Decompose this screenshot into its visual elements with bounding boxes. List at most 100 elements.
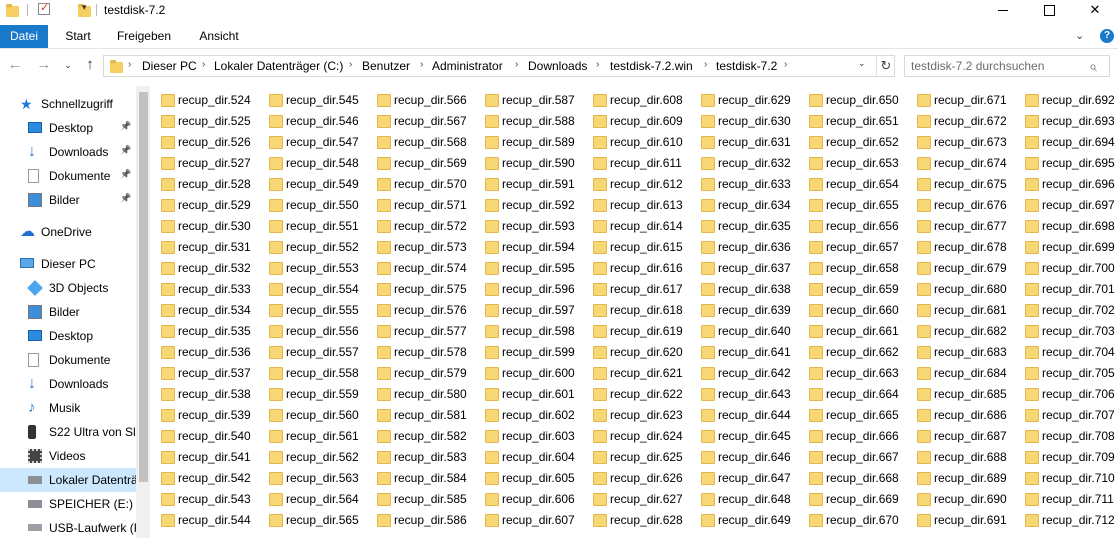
list-item[interactable]: recup_dir.696 (1014, 174, 1118, 195)
list-item[interactable]: recup_dir.566 (366, 90, 470, 111)
list-item[interactable]: recup_dir.658 (798, 258, 902, 279)
recent-locations-dropdown[interactable]: ⌄ (58, 55, 78, 75)
list-item[interactable]: recup_dir.596 (474, 279, 578, 300)
list-item[interactable]: recup_dir.633 (690, 174, 794, 195)
list-item[interactable]: recup_dir.570 (366, 174, 470, 195)
list-item[interactable]: recup_dir.559 (258, 384, 362, 405)
breadcrumb-separator[interactable]: › (596, 59, 599, 70)
list-item[interactable]: recup_dir.608 (582, 90, 686, 111)
list-item[interactable]: recup_dir.649 (690, 510, 794, 531)
list-item[interactable]: recup_dir.552 (258, 237, 362, 258)
list-item[interactable]: recup_dir.580 (366, 384, 470, 405)
list-item[interactable]: recup_dir.653 (798, 153, 902, 174)
list-item[interactable]: recup_dir.617 (582, 279, 686, 300)
list-item[interactable]: recup_dir.537 (150, 363, 254, 384)
list-item[interactable]: recup_dir.685 (906, 384, 1010, 405)
breadcrumb-separator[interactable]: › (704, 59, 707, 70)
list-item[interactable]: recup_dir.610 (582, 132, 686, 153)
list-item[interactable]: recup_dir.684 (906, 363, 1010, 384)
list-item[interactable]: recup_dir.671 (906, 90, 1010, 111)
list-item[interactable]: recup_dir.600 (474, 363, 578, 384)
list-item[interactable]: recup_dir.614 (582, 216, 686, 237)
list-item[interactable]: recup_dir.654 (798, 174, 902, 195)
list-item[interactable]: recup_dir.581 (366, 405, 470, 426)
list-item[interactable]: recup_dir.588 (474, 111, 578, 132)
list-item[interactable]: recup_dir.526 (150, 132, 254, 153)
list-item[interactable]: recup_dir.571 (366, 195, 470, 216)
breadcrumb-separator[interactable]: › (515, 59, 518, 70)
list-item[interactable]: recup_dir.598 (474, 321, 578, 342)
sidebar-item-desktop[interactable]: Desktop (0, 324, 136, 348)
list-item[interactable]: recup_dir.625 (582, 447, 686, 468)
sidebar-item-bilder[interactable]: Bilder (0, 300, 136, 324)
list-item[interactable]: recup_dir.604 (474, 447, 578, 468)
list-item[interactable]: recup_dir.567 (366, 111, 470, 132)
breadcrumb-administrator[interactable]: Administrator (432, 59, 503, 73)
list-item[interactable]: recup_dir.620 (582, 342, 686, 363)
list-item[interactable]: recup_dir.661 (798, 321, 902, 342)
list-item[interactable]: recup_dir.691 (906, 510, 1010, 531)
list-item[interactable]: recup_dir.628 (582, 510, 686, 531)
list-item[interactable]: recup_dir.584 (366, 468, 470, 489)
tab-freigeben[interactable]: Freigeben (112, 25, 176, 48)
list-item[interactable]: recup_dir.687 (906, 426, 1010, 447)
list-item[interactable]: recup_dir.700 (1014, 258, 1118, 279)
list-item[interactable]: recup_dir.615 (582, 237, 686, 258)
list-item[interactable]: recup_dir.699 (1014, 237, 1118, 258)
list-item[interactable]: recup_dir.574 (366, 258, 470, 279)
list-item[interactable]: recup_dir.551 (258, 216, 362, 237)
list-item[interactable]: recup_dir.688 (906, 447, 1010, 468)
list-item[interactable]: recup_dir.572 (366, 216, 470, 237)
sidebar-item-downloads[interactable]: ↓ Downloads 📌 (0, 140, 136, 164)
list-item[interactable]: recup_dir.697 (1014, 195, 1118, 216)
list-item[interactable]: recup_dir.636 (690, 237, 794, 258)
list-item[interactable]: recup_dir.624 (582, 426, 686, 447)
list-item[interactable]: recup_dir.644 (690, 405, 794, 426)
list-item[interactable]: recup_dir.635 (690, 216, 794, 237)
sidebar-item-lokaler-datenträ[interactable]: Lokaler Datenträ (0, 468, 136, 492)
list-item[interactable]: recup_dir.680 (906, 279, 1010, 300)
list-item[interactable]: recup_dir.577 (366, 321, 470, 342)
list-item[interactable]: recup_dir.676 (906, 195, 1010, 216)
breadcrumb-testdisk-win[interactable]: testdisk-7.2.win (610, 59, 693, 73)
list-item[interactable]: recup_dir.587 (474, 90, 578, 111)
list-item[interactable]: recup_dir.692 (1014, 90, 1118, 111)
refresh-button[interactable]: ↻ (876, 56, 895, 76)
list-item[interactable]: recup_dir.705 (1014, 363, 1118, 384)
breadcrumb-separator[interactable]: › (420, 59, 423, 70)
list-item[interactable]: recup_dir.603 (474, 426, 578, 447)
list-item[interactable]: recup_dir.547 (258, 132, 362, 153)
list-item[interactable]: recup_dir.627 (582, 489, 686, 510)
list-item[interactable]: recup_dir.533 (150, 279, 254, 300)
list-item[interactable]: recup_dir.585 (366, 489, 470, 510)
list-item[interactable]: recup_dir.553 (258, 258, 362, 279)
list-item[interactable]: recup_dir.664 (798, 384, 902, 405)
list-item[interactable]: recup_dir.591 (474, 174, 578, 195)
search-box[interactable]: ⌕ (904, 55, 1110, 77)
list-item[interactable]: recup_dir.672 (906, 111, 1010, 132)
address-bar[interactable]: › Dieser PC › Lokaler Datenträger (C:) ›… (103, 55, 895, 77)
list-item[interactable]: recup_dir.556 (258, 321, 362, 342)
list-item[interactable]: recup_dir.657 (798, 237, 902, 258)
list-item[interactable]: recup_dir.675 (906, 174, 1010, 195)
list-item[interactable]: recup_dir.560 (258, 405, 362, 426)
list-item[interactable]: recup_dir.701 (1014, 279, 1118, 300)
list-item[interactable]: recup_dir.612 (582, 174, 686, 195)
list-item[interactable]: recup_dir.576 (366, 300, 470, 321)
list-item[interactable]: recup_dir.711 (1014, 489, 1118, 510)
folder-icon[interactable] (6, 4, 19, 17)
list-item[interactable]: recup_dir.589 (474, 132, 578, 153)
list-item[interactable]: recup_dir.686 (906, 405, 1010, 426)
list-item[interactable]: recup_dir.704 (1014, 342, 1118, 363)
list-item[interactable]: recup_dir.706 (1014, 384, 1118, 405)
scrollbar-thumb[interactable] (139, 92, 148, 482)
list-item[interactable]: recup_dir.541 (150, 447, 254, 468)
tab-datei[interactable]: Datei (0, 25, 48, 48)
list-item[interactable]: recup_dir.609 (582, 111, 686, 132)
list-item[interactable]: recup_dir.601 (474, 384, 578, 405)
list-item[interactable]: recup_dir.606 (474, 489, 578, 510)
breadcrumb-dieser-pc[interactable]: Dieser PC (142, 59, 197, 73)
list-item[interactable]: recup_dir.550 (258, 195, 362, 216)
list-item[interactable]: recup_dir.666 (798, 426, 902, 447)
expand-ribbon-icon[interactable]: ⌄ (1075, 29, 1084, 42)
